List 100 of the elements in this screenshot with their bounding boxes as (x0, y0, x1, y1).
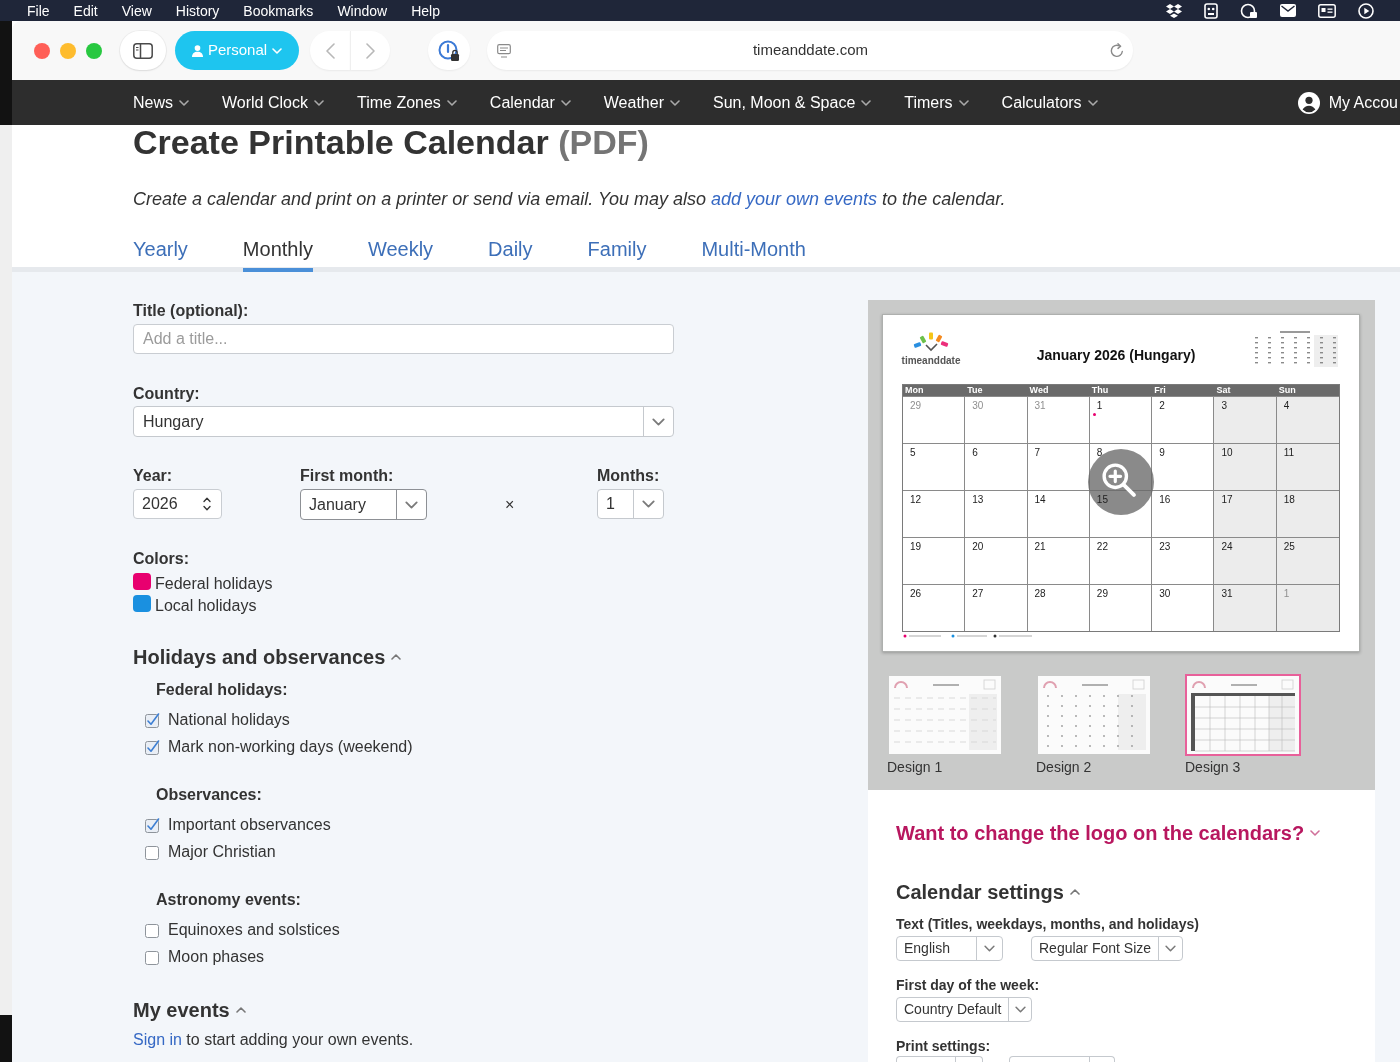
monitor-icon (497, 43, 511, 58)
menu-item[interactable]: History (175, 2, 220, 19)
tab[interactable]: Family (587, 237, 647, 272)
account-link[interactable]: My Accou (1297, 91, 1398, 114)
chevron-right-icon (366, 42, 375, 59)
section-heading[interactable]: My events (133, 997, 246, 1023)
nav-menu-item[interactable]: Calendar (489, 92, 571, 113)
section-heading[interactable]: Calendar settings (896, 880, 1080, 904)
lock-badge-icon (438, 39, 460, 62)
field-label: Title (optional): (133, 301, 249, 321)
country-select[interactable]: Hungary (133, 406, 674, 437)
menu-item[interactable]: Bookmarks (243, 2, 314, 19)
day-number: 9 (1159, 447, 1165, 458)
tab[interactable]: Yearly (133, 237, 188, 272)
card-icon[interactable] (1318, 3, 1336, 18)
day-number: 28 (1034, 588, 1046, 599)
tab[interactable]: Weekly (367, 237, 434, 272)
checkbox[interactable] (145, 922, 160, 938)
day-number: 6 (972, 447, 978, 458)
nav-menu-item[interactable]: News (133, 92, 189, 113)
maximize-window-icon[interactable] (86, 42, 102, 59)
intro-link[interactable]: add your own events (711, 189, 878, 209)
mail-icon[interactable] (1280, 4, 1296, 17)
day-number: 13 (972, 494, 984, 505)
day-number: 16 (1159, 494, 1171, 505)
chevron-down-icon (984, 945, 995, 952)
day-number: 20 (972, 541, 984, 552)
play-circle-icon[interactable] (1358, 2, 1374, 19)
checkbox[interactable] (145, 712, 160, 728)
months-select[interactable]: 1 (597, 489, 664, 519)
color-legend-label: Federal holidays (155, 574, 273, 594)
checkbox[interactable] (145, 844, 160, 860)
checkbox[interactable] (145, 739, 160, 755)
day-number: 11 (1283, 447, 1295, 458)
year-field[interactable]: 2026 (133, 489, 222, 519)
sign-in-text: Sign in to start adding your own events. (133, 1030, 414, 1050)
design-label[interactable]: Design 2 (1036, 758, 1092, 776)
close-window-icon[interactable] (34, 42, 50, 59)
tab[interactable]: Multi-Month (701, 237, 806, 272)
day-number: 18 (1283, 494, 1295, 505)
chevron-down-icon (958, 99, 969, 106)
day-number: 25 (1283, 541, 1295, 552)
design-thumbnail-drawing[interactable] (1185, 674, 1301, 756)
chevron-down-icon (179, 99, 189, 106)
day-number: 29 (910, 400, 922, 411)
nav-menu-item[interactable]: Time Zones (356, 92, 457, 113)
checkbox-label: Moon phases (168, 947, 265, 967)
menu-item[interactable]: Window (337, 2, 388, 19)
nav-menu-item[interactable]: Calculators (1001, 92, 1098, 113)
tab[interactable]: Daily (488, 237, 533, 272)
sign-in-link[interactable]: Sign in (133, 1031, 182, 1048)
nav-menu-item[interactable]: World Clock (222, 92, 324, 113)
nav-menu-item[interactable]: Weather (603, 92, 680, 113)
diamond-grid-icon[interactable] (1166, 3, 1182, 18)
first-day-select[interactable]: Country Default (896, 997, 1032, 1022)
field-label: Year: (133, 466, 173, 486)
language-select[interactable]: English (896, 936, 1003, 961)
menu-item[interactable]: View (121, 2, 152, 19)
menu-item[interactable]: File (27, 2, 50, 19)
checkbox-label: Major Christian (168, 842, 276, 862)
design-label[interactable]: Design 1 (887, 758, 943, 776)
section-heading[interactable]: Holidays and observances (133, 644, 402, 670)
tab[interactable]: Monthly (242, 237, 313, 272)
logo-section-toggle[interactable]: Want to change the logo on the calendars? (896, 821, 1321, 845)
reload-icon[interactable] (1110, 43, 1124, 58)
day-number: 23 (1159, 541, 1171, 552)
day-number: 22 (1096, 541, 1108, 552)
day-number: 26 (910, 588, 922, 599)
design-thumbnail-drawing[interactable] (1036, 674, 1152, 756)
day-number: 19 (910, 541, 922, 552)
day-number: 12 (910, 494, 922, 505)
checkbox[interactable] (145, 949, 160, 965)
day-number: 17 (1221, 494, 1233, 505)
chevron-down-icon (560, 99, 571, 106)
title-input[interactable]: Add a title... (133, 324, 674, 354)
checkbox-label: Equinoxes and solstices (168, 920, 340, 940)
menu-item[interactable]: Help (411, 2, 440, 19)
lock-circle-icon[interactable] (1240, 2, 1258, 19)
day-number: 1 (1096, 400, 1103, 411)
design-thumbnail-drawing[interactable] (887, 674, 1003, 756)
day-number: 29 (1096, 588, 1108, 599)
day-number: 24 (1221, 541, 1233, 552)
day-number: 30 (1159, 588, 1171, 599)
day-number: 7 (1034, 447, 1041, 458)
address-bar[interactable]: timeanddate.com (487, 31, 1133, 70)
nav-menu-item[interactable]: Timers (904, 92, 969, 113)
sidebar-button[interactable] (120, 31, 166, 70)
month-select[interactable]: January (300, 489, 427, 520)
menu-item[interactable]: Edit (73, 2, 98, 19)
nav-menu-item[interactable]: Sun, Moon & Space (712, 92, 872, 113)
chevron-left-icon (325, 42, 335, 59)
design-label[interactable]: Design 3 (1185, 758, 1241, 776)
checkbox[interactable] (145, 817, 160, 833)
extension-button[interactable] (428, 31, 470, 70)
font-size-select[interactable]: Regular Font Size (1031, 936, 1183, 961)
sidebar-icon (133, 42, 153, 59)
weekday-label: Fri (1153, 385, 1167, 396)
chevron-down-icon (1165, 945, 1177, 952)
up-down-arrows-icon[interactable] (203, 497, 211, 511)
robot-face-icon[interactable] (1204, 2, 1218, 19)
